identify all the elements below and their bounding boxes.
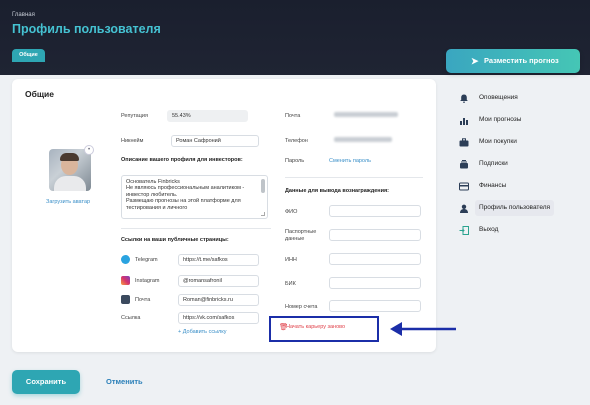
mail-field[interactable]: Roman@finbricks.ru <box>178 294 259 306</box>
password-label: Пароль <box>285 158 305 164</box>
account-field[interactable] <box>329 300 421 312</box>
link-field[interactable]: https://vk.com/safkos <box>178 312 259 324</box>
telegram-icon <box>121 255 130 264</box>
email-label: Почта <box>285 113 301 119</box>
bik-field[interactable] <box>329 277 421 289</box>
telegram-label: Telegram <box>135 257 158 263</box>
divider <box>285 177 423 178</box>
post-forecast-button[interactable]: ➤ Разместить прогноз <box>446 49 580 73</box>
save-button[interactable]: Сохранить <box>12 370 80 394</box>
user-icon <box>460 204 468 213</box>
sidebar-item-logout[interactable]: Выход <box>455 222 585 244</box>
description-text: Основатель Finbricks Не являюсь професси… <box>126 179 245 211</box>
tab-general[interactable]: Общие <box>12 49 45 62</box>
change-password-link[interactable]: Сменить пароль <box>329 158 371 164</box>
reputation-label: Репутация <box>121 113 148 119</box>
inn-field[interactable] <box>329 253 421 265</box>
passport-label: Паспортные данные <box>285 229 317 242</box>
instagram-field[interactable]: @romansafronil <box>178 275 259 287</box>
sidebar-item-notifications[interactable]: Оповещения <box>455 90 585 112</box>
sidebar-item-forecasts[interactable]: Мои прогнозы <box>455 112 585 134</box>
subscriptions-icon <box>460 160 468 169</box>
post-forecast-label: Разместить прогноз <box>484 56 559 65</box>
page-title: Профиль пользователя <box>12 22 161 36</box>
payout-label: Данные для вывода вознаграждения: <box>285 188 389 194</box>
sidebar-item-finance[interactable]: Финансы <box>455 178 585 200</box>
sidebar-item-label: Мои покупки <box>479 138 517 145</box>
telegram-field[interactable]: https://t.me/safkos <box>178 254 259 266</box>
links-label: Ссылки на ваши публичные страницы: <box>121 237 229 243</box>
profile-card: Общие • Загрузить аватар Репутация 55.43… <box>12 79 436 352</box>
account-label: Номер счета <box>285 304 318 310</box>
description-label: Описание вашего профиля для инвесторов: <box>121 157 243 163</box>
bik-label: БИК <box>285 281 296 287</box>
mail-label: Почта <box>135 297 151 303</box>
chart-icon <box>460 118 468 125</box>
sidebar-item-subscriptions[interactable]: Подписки <box>455 156 585 178</box>
instagram-label: Instagram <box>135 278 160 284</box>
phone-field[interactable] <box>329 134 421 146</box>
bell-icon <box>460 94 468 103</box>
upload-avatar-link[interactable]: Загрузить аватар <box>46 199 90 205</box>
divider <box>121 228 271 229</box>
email-field[interactable] <box>329 109 421 121</box>
sidebar-item-label: Мои прогнозы <box>479 116 522 123</box>
logout-icon <box>459 226 469 235</box>
sidebar-item-profile[interactable]: Профиль пользователя <box>455 200 585 222</box>
sidebar-item-label: Профиль пользователя <box>475 200 555 216</box>
reputation-value: 55.43% <box>167 110 248 122</box>
nickname-field[interactable]: Роман Сафроний <box>171 135 259 147</box>
sidebar-item-label: Выход <box>479 226 499 233</box>
scrollbar[interactable] <box>261 179 265 193</box>
post-icon: ➤ <box>471 56 479 66</box>
nickname-label: Никнейм <box>121 138 144 144</box>
mail-icon <box>121 295 130 304</box>
add-link-button[interactable]: + Добавить ссылку <box>178 329 226 335</box>
phone-label: Телефон <box>285 138 308 144</box>
cancel-button[interactable]: Отменить <box>106 377 143 386</box>
instagram-icon <box>121 276 130 285</box>
briefcase-icon <box>459 138 469 147</box>
sidebar-menu: Оповещения Мои прогнозы Мои покупки Подп… <box>455 90 585 244</box>
finance-icon <box>459 182 469 191</box>
card-title: Общие <box>25 89 54 99</box>
sidebar-item-label: Финансы <box>479 182 507 189</box>
sidebar-item-purchases[interactable]: Мои покупки <box>455 134 585 156</box>
link-label: Ссылка <box>121 315 141 321</box>
annotation-arrow-icon <box>390 322 456 336</box>
breadcrumb[interactable]: Главная <box>12 12 35 18</box>
passport-field[interactable] <box>329 229 421 241</box>
description-field[interactable]: Основатель Finbricks Не являюсь професси… <box>121 175 268 219</box>
inn-label: ИНН <box>285 257 297 263</box>
sidebar-item-label: Оповещения <box>479 94 518 101</box>
reset-career-button[interactable]: Начать карьеру заново <box>286 324 345 330</box>
avatar-edit-icon[interactable]: • <box>84 145 94 155</box>
avatar[interactable] <box>49 149 91 191</box>
sidebar-item-label: Подписки <box>479 160 508 167</box>
resize-handle[interactable] <box>261 212 265 216</box>
fio-field[interactable] <box>329 205 421 217</box>
fio-label: ФИО <box>285 209 298 215</box>
